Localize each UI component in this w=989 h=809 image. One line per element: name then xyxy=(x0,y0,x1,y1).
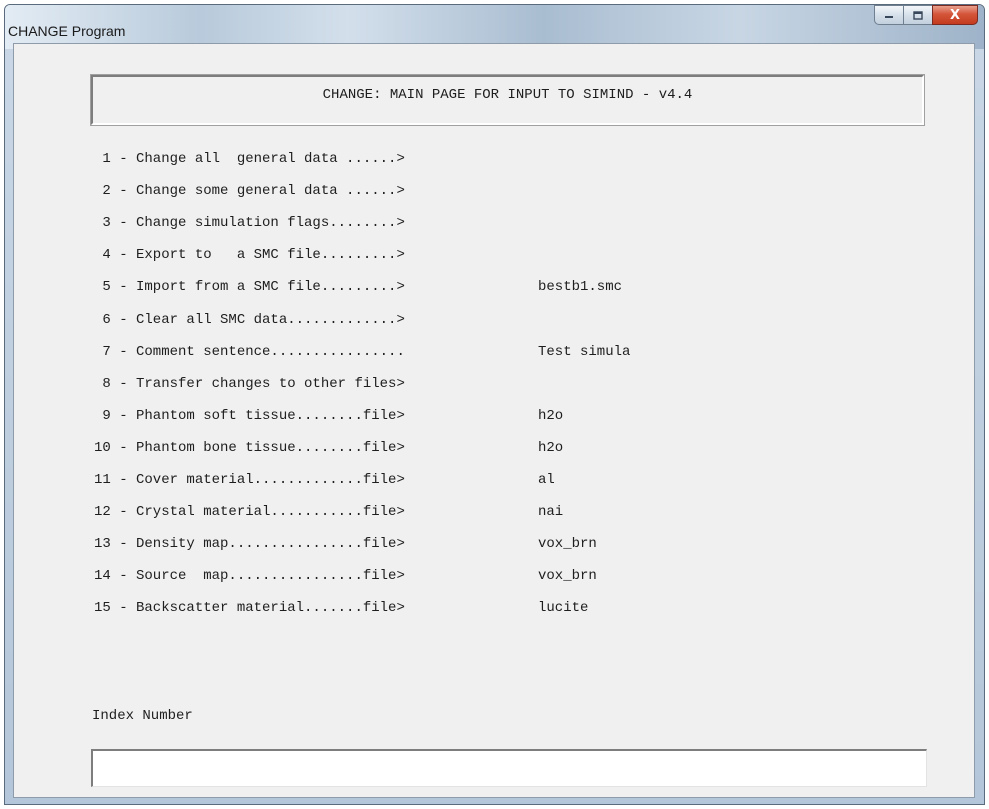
menu-item-value: vox_brn xyxy=(538,536,597,553)
menu-item-label: 4 - Export to a SMC file.........> xyxy=(94,247,405,264)
menu-item-value: nai xyxy=(538,504,564,521)
minimize-icon xyxy=(885,16,893,18)
minimize-button[interactable] xyxy=(874,5,903,25)
close-icon: X xyxy=(949,7,961,23)
menu-item-label: 3 - Change simulation flags........> xyxy=(94,215,405,232)
menu-item-value: lucite xyxy=(538,600,589,617)
menu-item-label: 12 - Crystal material...........file> xyxy=(94,504,405,521)
page-title: CHANGE: MAIN PAGE FOR INPUT TO SIMIND - … xyxy=(322,87,693,103)
menu-item-label: 10 - Phantom bone tissue........file> xyxy=(94,439,405,456)
client-area: CHANGE: MAIN PAGE FOR INPUT TO SIMIND - … xyxy=(13,43,975,798)
menu-item-label: 7 - Comment sentence................ xyxy=(94,343,405,360)
menu-item-value: Test simula xyxy=(538,343,631,360)
maximize-icon xyxy=(913,10,923,20)
index-number-label: Index Number xyxy=(92,708,193,724)
menu-item-label: 14 - Source map................file> xyxy=(94,568,405,585)
menu-item-label: 8 - Transfer changes to other files> xyxy=(94,375,405,392)
window-controls: X xyxy=(874,5,978,27)
maximize-button[interactable] xyxy=(903,5,932,25)
menu-item-label: 9 - Phantom soft tissue........file> xyxy=(94,407,405,424)
menu-item-value: al xyxy=(538,472,555,488)
window-title: CHANGE Program xyxy=(8,23,126,39)
menu-item-value: vox_brn xyxy=(538,568,597,585)
menu-item-label: 5 - Import from a SMC file.........> xyxy=(94,279,405,296)
menu-item-label: 11 - Cover material.............file> xyxy=(94,472,405,488)
menu-item-value: bestb1.smc xyxy=(538,279,623,296)
menu-item-label: 2 - Change some general data ......> xyxy=(94,183,405,200)
header-panel: CHANGE: MAIN PAGE FOR INPUT TO SIMIND - … xyxy=(90,74,925,126)
index-number-input[interactable] xyxy=(91,749,927,787)
menu-item-label: 13 - Density map................file> xyxy=(94,536,405,553)
menu-item-label: 1 - Change all general data ......> xyxy=(94,151,405,167)
menu-item-value: h2o xyxy=(538,407,564,424)
menu-item-value: h2o xyxy=(538,439,564,456)
menu-item-label: 6 - Clear all SMC data.............> xyxy=(94,311,405,328)
menu-item-label: 15 - Backscatter material.......file> xyxy=(94,600,405,617)
change-program-window: CHANGE Program X CHANGE: MAIN PAGE FOR I… xyxy=(4,4,985,805)
close-button[interactable]: X xyxy=(932,5,978,25)
